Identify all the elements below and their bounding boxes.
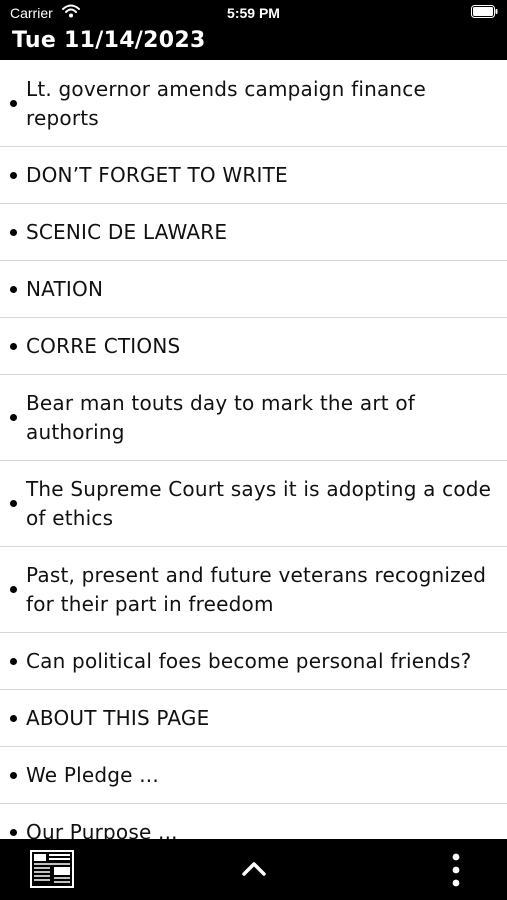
list-item[interactable]: Lt. governor amends campaign finance rep…	[0, 60, 507, 147]
article-title: We Pledge ...	[26, 763, 159, 787]
article-title: Can political foes become personal frien…	[26, 649, 472, 673]
article-title: ABOUT THIS PAGE	[26, 706, 210, 730]
header: Tue 11/14/2023	[0, 26, 507, 60]
bullet-icon	[10, 343, 17, 350]
bullet-icon	[10, 586, 17, 593]
bullet-icon	[10, 772, 17, 779]
list-item[interactable]: DON’T FORGET TO WRITE	[0, 147, 507, 204]
article-title: CORRE CTIONS	[26, 334, 181, 358]
status-bar: Carrier 5:59 PM	[0, 0, 507, 26]
bullet-icon	[10, 715, 17, 722]
bullet-icon	[10, 500, 17, 507]
battery-icon	[471, 5, 498, 18]
list-item[interactable]: Past, present and future veterans recogn…	[0, 547, 507, 633]
list-item[interactable]: We Pledge ...	[0, 747, 507, 804]
chevron-up-icon[interactable]	[240, 859, 268, 879]
list-item[interactable]: Bear man touts day to mark the art of au…	[0, 375, 507, 461]
bullet-icon	[10, 100, 17, 107]
list-item[interactable]: ABOUT THIS PAGE	[0, 690, 507, 747]
list-item[interactable]: SCENIC DE LAWARE	[0, 204, 507, 261]
list-item[interactable]: Our Purpose ...	[0, 804, 507, 839]
bullet-icon	[10, 286, 17, 293]
article-title: SCENIC DE LAWARE	[26, 220, 228, 244]
list-item[interactable]: CORRE CTIONS	[0, 318, 507, 375]
article-title: Bear man touts day to mark the art of au…	[26, 391, 416, 444]
status-time: 5:59 PM	[227, 5, 280, 21]
newspaper-icon[interactable]	[30, 850, 74, 888]
article-title: The Supreme Court says it is adopting a …	[26, 477, 492, 530]
list-item[interactable]: NATION	[0, 261, 507, 318]
bottom-toolbar	[0, 839, 507, 900]
bullet-icon	[10, 172, 17, 179]
bullet-icon	[10, 229, 17, 236]
issue-date: Tue 11/14/2023	[12, 28, 206, 53]
list-item[interactable]: Can political foes become personal frien…	[0, 633, 507, 690]
article-list[interactable]: Lt. governor amends campaign finance rep…	[0, 60, 507, 839]
bullet-icon	[10, 658, 17, 665]
bullet-icon	[10, 829, 17, 836]
article-title: Lt. governor amends campaign finance rep…	[26, 77, 427, 130]
article-title: NATION	[26, 277, 104, 301]
article-title: Our Purpose ...	[26, 820, 178, 839]
list-item[interactable]: The Supreme Court says it is adopting a …	[0, 461, 507, 547]
bullet-icon	[10, 414, 17, 421]
article-title: Past, present and future veterans recogn…	[26, 563, 487, 616]
more-vertical-icon[interactable]	[448, 853, 464, 887]
article-title: DON’T FORGET TO WRITE	[26, 163, 288, 187]
